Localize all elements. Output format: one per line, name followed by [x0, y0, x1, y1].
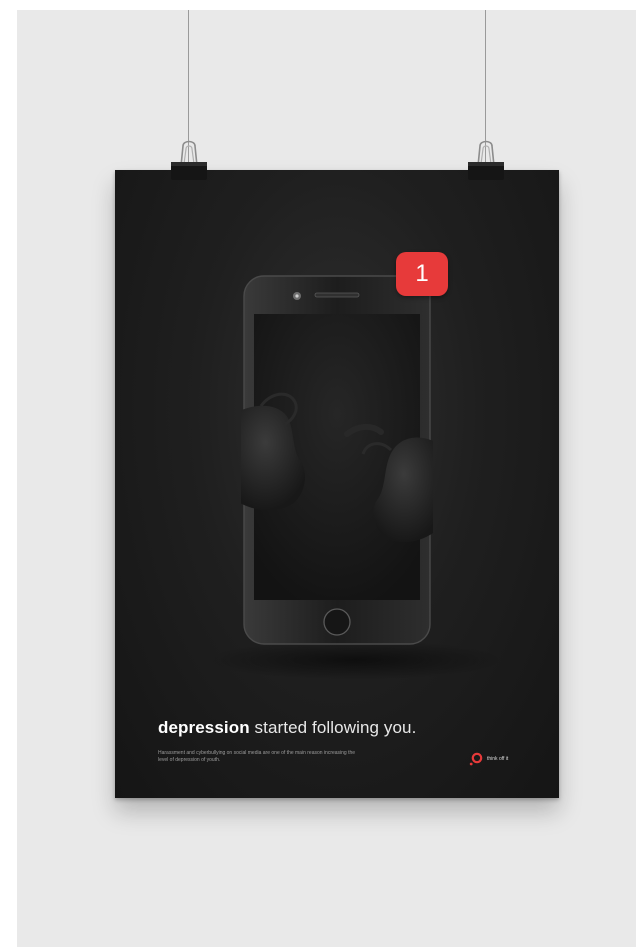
binder-clip-icon: [468, 140, 504, 180]
brand-mark: think off it: [468, 751, 508, 767]
brand-name: think off it: [487, 756, 509, 762]
poster-headline: depression started following you.: [158, 718, 416, 738]
notification-badge: 1: [396, 252, 448, 296]
headline-bold-word: depression: [158, 718, 250, 737]
wall-backdrop: 1 depression started following you. Hara…: [17, 10, 636, 947]
smartphone-illustration: [241, 275, 433, 645]
poster-subtext: Harassment and cyberbullying on social m…: [158, 750, 356, 763]
ring-logo-icon: [469, 752, 483, 766]
poster: 1 depression started following you. Hara…: [115, 170, 559, 798]
binder-clip-icon: [171, 140, 207, 180]
headline-rest: started following you.: [249, 718, 417, 737]
